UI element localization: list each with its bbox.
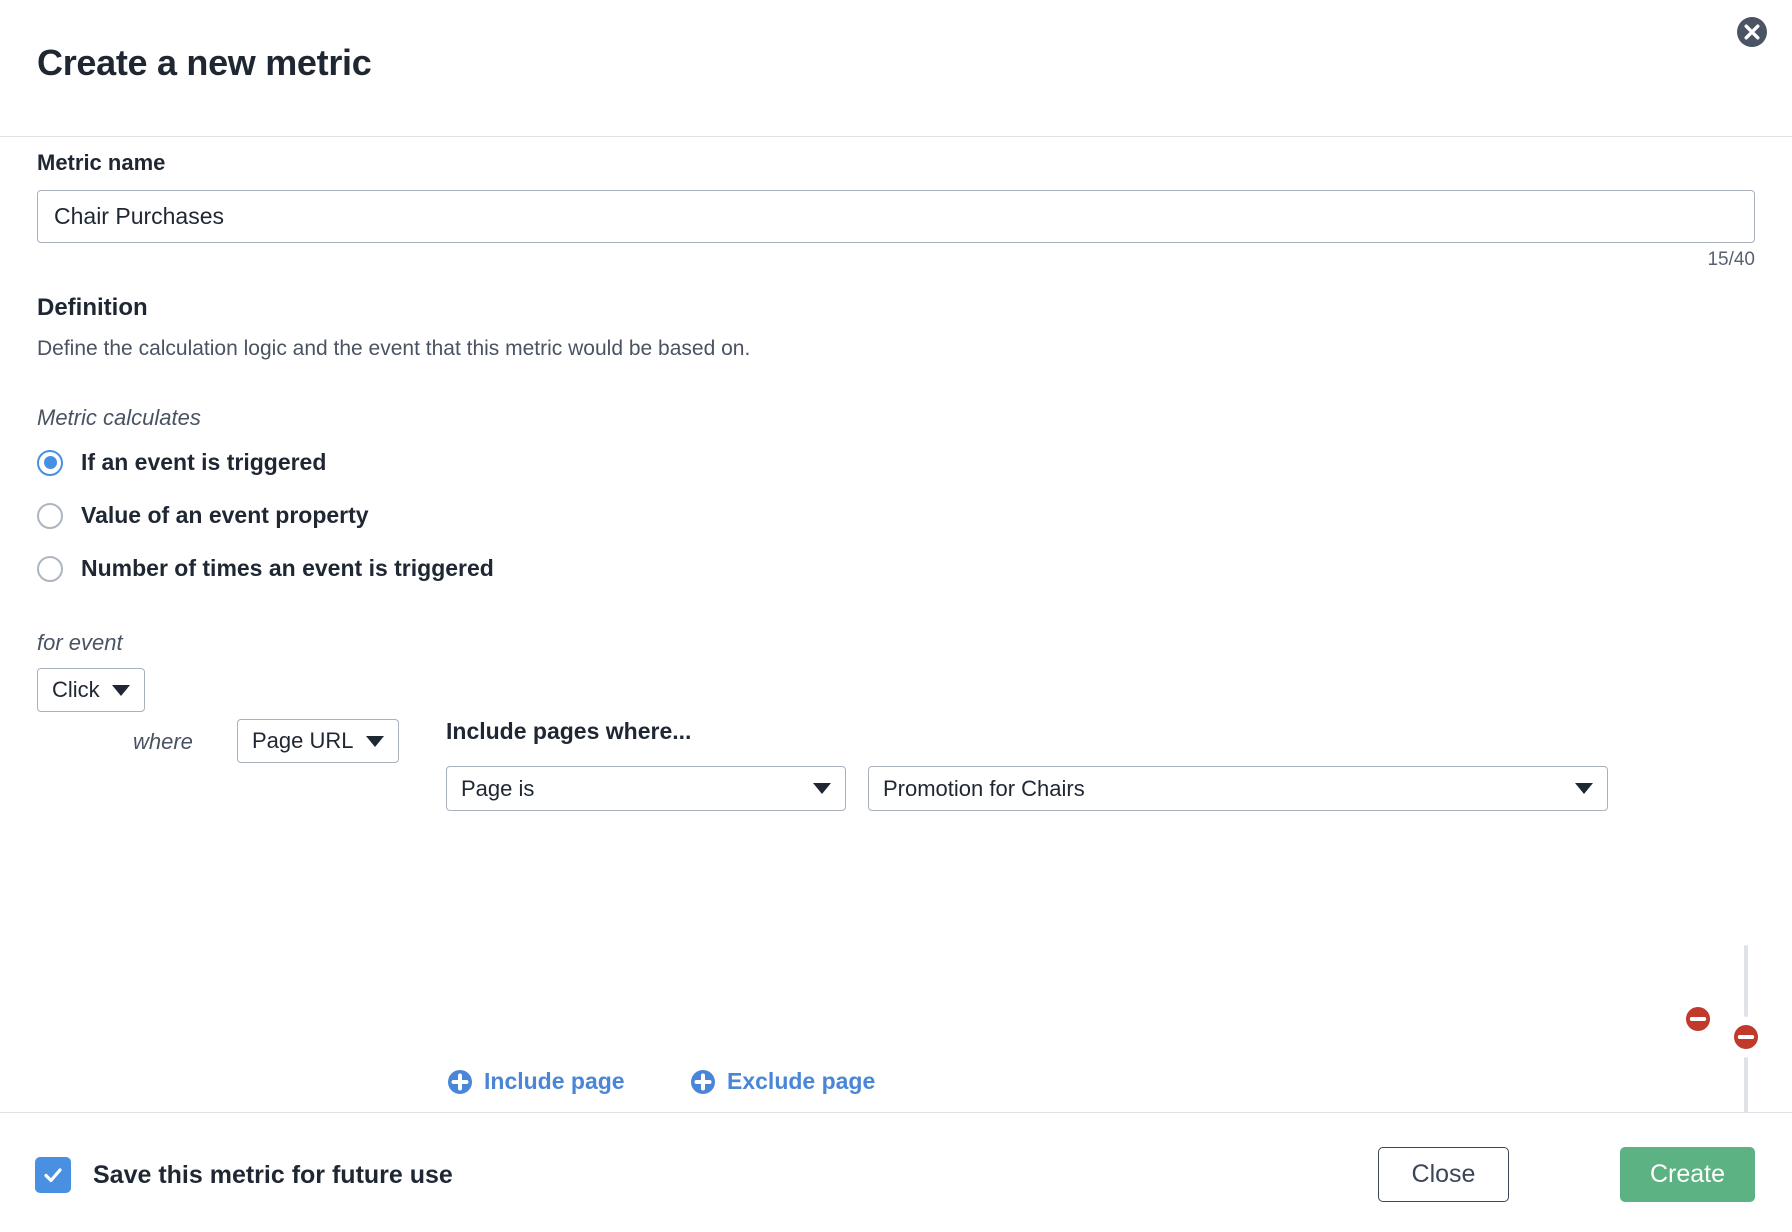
chevron-down-icon — [1575, 783, 1593, 794]
chevron-down-icon — [813, 783, 831, 794]
metric-name-input[interactable] — [37, 190, 1755, 243]
radio-button-selected[interactable] — [37, 449, 63, 476]
chevron-down-icon — [111, 684, 130, 696]
remove-condition-button[interactable] — [1685, 1006, 1711, 1032]
save-metric-checkbox-row[interactable]: Save this metric for future use — [35, 1157, 453, 1193]
close-icon[interactable] — [1734, 14, 1770, 50]
save-metric-checkbox[interactable] — [35, 1157, 71, 1193]
where-field-value: Page URL — [252, 728, 354, 753]
exclude-page-label: Exclude page — [727, 1068, 876, 1094]
for-event-label: for event — [37, 630, 123, 655]
radio-button[interactable] — [37, 555, 63, 582]
metric-name-label: Metric name — [37, 150, 166, 175]
event-type-dropdown[interactable]: Click — [37, 668, 145, 712]
chevron-down-icon — [365, 735, 384, 747]
include-pages-heading: Include pages where... — [446, 718, 692, 744]
radio-option-if-event-triggered[interactable]: If an event is triggered — [37, 449, 326, 476]
where-label: where — [133, 729, 193, 754]
plus-circle-icon — [447, 1069, 473, 1095]
create-metric-modal: Create a new metric Metric name 15/40 De… — [0, 0, 1792, 1232]
checkmark-icon — [44, 1168, 62, 1183]
condition-value-text: Promotion for Chairs — [883, 775, 1085, 801]
modal-footer: Save this metric for future use Close Cr… — [0, 1112, 1792, 1232]
remove-where-group-button[interactable] — [1733, 1024, 1759, 1050]
close-button[interactable]: Close — [1378, 1147, 1509, 1202]
save-metric-label: Save this metric for future use — [93, 1160, 453, 1189]
radio-option-number-of-times[interactable]: Number of times an event is triggered — [37, 555, 494, 582]
definition-heading: Definition — [37, 294, 148, 321]
condition-operator-value: Page is — [461, 775, 535, 801]
exclude-page-link[interactable]: Exclude page — [690, 1068, 875, 1095]
radio-button[interactable] — [37, 502, 63, 529]
where-field-dropdown[interactable]: Page URL — [237, 719, 399, 763]
group-connector-line-bottom — [1744, 1057, 1748, 1112]
event-type-value: Click — [52, 677, 100, 702]
definition-description: Define the calculation logic and the eve… — [37, 337, 751, 360]
radio-option-value-of-event-property[interactable]: Value of an event property — [37, 502, 369, 529]
metric-calculates-label: Metric calculates — [37, 405, 201, 430]
character-counter: 15/40 — [1707, 249, 1755, 270]
condition-operator-dropdown[interactable]: Page is — [446, 766, 846, 811]
modal-body: Metric name 15/40 Definition Define the … — [0, 137, 1792, 1112]
radio-label: If an event is triggered — [81, 449, 327, 475]
include-page-link[interactable]: Include page — [447, 1068, 625, 1095]
include-page-label: Include page — [484, 1068, 625, 1094]
modal-header: Create a new metric — [0, 0, 1792, 137]
radio-label: Number of times an event is triggered — [81, 555, 494, 581]
condition-value-dropdown[interactable]: Promotion for Chairs — [868, 766, 1608, 811]
create-button[interactable]: Create — [1620, 1147, 1755, 1202]
page-title: Create a new metric — [37, 42, 372, 83]
plus-circle-icon — [690, 1069, 716, 1095]
radio-label: Value of an event property — [81, 502, 369, 528]
group-connector-line-top — [1744, 945, 1748, 1017]
